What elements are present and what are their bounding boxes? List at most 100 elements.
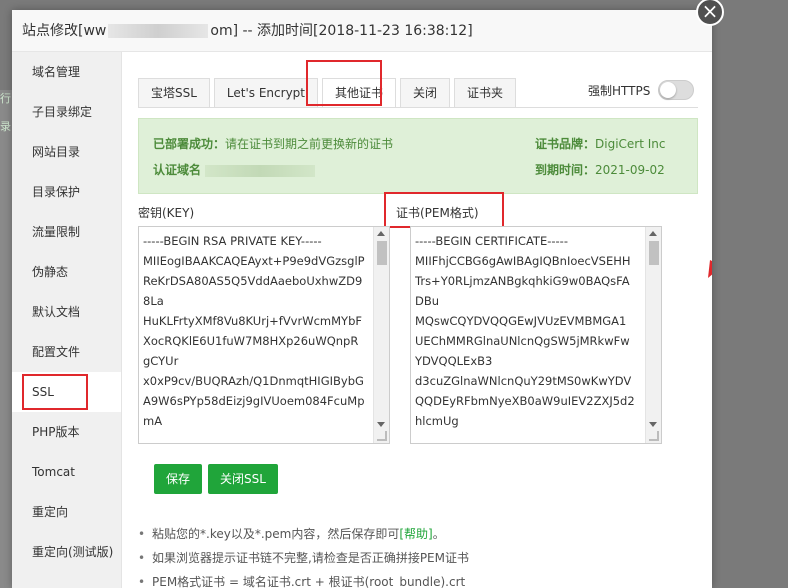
sidebar-item-label: 网站目录 (32, 145, 81, 159)
scroll-up-icon[interactable] (649, 231, 657, 236)
tip-text: 。 (432, 527, 445, 541)
sidebar-item-php-version[interactable]: PHP版本 (12, 412, 121, 452)
key-line: -----BEGIN RSA PRIVATE KEY----- (143, 234, 322, 248)
sidebar-item-label: 配置文件 (32, 345, 81, 359)
highlight-box (306, 60, 382, 106)
cert-line: MQswCQYDVQQGEwJVUzEVMBMGA1 (415, 314, 627, 328)
key-field-label: 密钥(KEY) (138, 206, 195, 220)
toggle-knob (660, 82, 677, 98)
cert-brand: 证书品牌：DigiCert Inc (535, 135, 666, 152)
key-line: HuKLFrtyXMf8Vu8KUrj+fVvrWcmMYbF (143, 314, 362, 328)
cert-info-box: 已部署成功：请在证书到期之前更换新的证书 认证域名 证书品牌：DigiCert … (138, 118, 698, 194)
sidebar: 域名管理 子目录绑定 网站目录 目录保护 流量限制 伪静态 默认文档 配置文件 … (12, 52, 122, 588)
tip-item: PEM格式证书 = 域名证书.crt + 根证书(root_bundle).cr… (138, 570, 698, 588)
key-textarea[interactable]: -----BEGIN RSA PRIVATE KEY----- MIIEogIB… (138, 226, 390, 444)
deploy-status-text: 请在证书到期之前更换新的证书 (225, 137, 394, 151)
sidebar-item-redirect[interactable]: 重定向 (12, 492, 121, 532)
sidebar-item-default-doc[interactable]: 默认文档 (12, 292, 121, 332)
force-https-label: 强制HTTPS (588, 83, 651, 98)
scroll-down-icon[interactable] (377, 422, 385, 427)
sidebar-item-label: Tomcat (32, 465, 75, 479)
dialog-title-prefix: 站点修改[ww (22, 23, 107, 39)
close-ssl-button[interactable]: 关闭SSL (208, 464, 278, 494)
scroll-down-icon[interactable] (649, 422, 657, 427)
key-line: gCYUr (143, 354, 179, 368)
cert-line: d3cuZGlnaWNlcnQuY29tMS0wKwYDV (415, 374, 632, 388)
sidebar-item-label: 流量限制 (32, 225, 81, 239)
scroll-thumb[interactable] (649, 241, 659, 265)
sidebar-item-site-dir[interactable]: 网站目录 (12, 132, 121, 172)
cert-line: DBu (415, 294, 440, 308)
sidebar-item-label: 重定向(测试版) (32, 545, 114, 559)
sidebar-item-config-file[interactable]: 配置文件 (12, 332, 121, 372)
masked-domain (108, 24, 209, 38)
cert-brand-label: 证书品牌： (535, 137, 596, 151)
tab-lets-encrypt[interactable]: Let's Encrypt (213, 78, 318, 108)
cert-content: -----BEGIN CERTIFICATE----- MIIFhjCCBG6g… (415, 231, 643, 431)
sidebar-item-subdir[interactable]: 子目录绑定 (12, 92, 121, 132)
cert-line: QQDEyRFbmNyeXB0aW9uIEV2ZXJ5d2 (415, 394, 635, 408)
tab-baota-ssl[interactable]: 宝塔SSL (138, 78, 210, 108)
tab-close[interactable]: 关闭 (400, 78, 451, 108)
resize-handle-icon[interactable] (377, 431, 387, 441)
cert-domain-label: 认证域名 (153, 163, 202, 177)
key-line: ReKrDSA80AS5Q5VddAaeboUxhwZD9 (143, 274, 363, 288)
key-line: x0xP9cv/BUQRAzh/Q1DnmqtHIGIBybG (143, 374, 364, 388)
cert-line: YDVQQLExB3 (415, 354, 493, 368)
tip-item: 粘贴您的*.key以及*.pem内容，然后保存即可[帮助]。 (138, 522, 698, 546)
cert-line: Trs+Y0RLjmzANBgkqhkiG9w0BAQsFA (415, 274, 630, 288)
sidebar-item-redirect-beta[interactable]: 重定向(测试版) (12, 532, 121, 572)
sidebar-item-traffic-limit[interactable]: 流量限制 (12, 212, 121, 252)
tab-cert-folder[interactable]: 证书夹 (454, 78, 517, 108)
cert-brand-value: DigiCert Inc (595, 137, 666, 151)
sidebar-item-dir-protect[interactable]: 目录保护 (12, 172, 121, 212)
site-edit-dialog: 站点修改[ww om] -- 添加时间[2018-11-23 16:38:12] … (12, 10, 712, 588)
deploy-status: 已部署成功：请在证书到期之前更换新的证书 (153, 135, 393, 152)
deploy-status-label: 已部署成功： (153, 137, 226, 151)
key-line: XocRQKlE6U1fuW7M8HXp26uWQnpR (143, 334, 359, 348)
sidebar-item-ssl[interactable]: SSL (12, 372, 121, 412)
masked-domain (204, 164, 315, 177)
sidebar-item-label: 子目录绑定 (32, 105, 93, 119)
background-text: 行 (0, 92, 11, 105)
ssl-panel: 宝塔SSL Let's Encrypt 其他证书 关闭 证书夹 强制HTTPS … (122, 52, 712, 588)
dialog-title-suffix: om] -- 添加时间[2018-11-23 16:38:12] (210, 23, 473, 39)
help-link[interactable]: [帮助] (399, 527, 432, 541)
save-button[interactable]: 保存 (154, 464, 203, 494)
sidebar-item-rewrite[interactable]: 伪静态 (12, 252, 121, 292)
key-line: 8La (143, 294, 164, 308)
key-scrollbar[interactable] (373, 227, 389, 443)
sidebar-item-tomcat[interactable]: Tomcat (12, 452, 121, 492)
tip-item: 如果浏览器提示证书链不完整,请检查是否正确拼接PEM证书 (138, 546, 698, 570)
cert-line: UEChMMRGlnaUNlcnQgSW5jMRkwFw (415, 334, 630, 348)
sidebar-item-label: 默认文档 (32, 305, 81, 319)
tips-list: 粘贴您的*.key以及*.pem内容，然后保存即可[帮助]。 如果浏览器提示证书… (138, 522, 698, 588)
sidebar-item-label: 伪静态 (32, 265, 69, 279)
dialog-title: 站点修改[ww om] -- 添加时间[2018-11-23 16:38:12] (12, 10, 712, 52)
sidebar-item-domain[interactable]: 域名管理 (12, 52, 121, 92)
resize-handle-icon[interactable] (649, 431, 659, 441)
highlight-box (22, 374, 88, 410)
cert-line: hlcmUg (415, 414, 459, 428)
sidebar-item-label: 目录保护 (32, 185, 81, 199)
sidebar-item-label: PHP版本 (32, 425, 80, 439)
sidebar-item-label: 域名管理 (32, 65, 81, 79)
sidebar-item-label: 重定向 (32, 505, 69, 519)
tabs-divider (138, 107, 698, 108)
background-text: 录 (0, 120, 11, 133)
cert-line: -----BEGIN CERTIFICATE----- (415, 234, 568, 248)
force-https: 强制HTTPS (588, 80, 695, 100)
key-line: A9W6sPYp58dEizj9gIVUoem084FcuMp (143, 394, 365, 408)
tip-text: 粘贴您的*.key以及*.pem内容，然后保存即可 (152, 527, 400, 541)
cert-textarea[interactable]: -----BEGIN CERTIFICATE----- MIIFhjCCBG6g… (410, 226, 662, 444)
cert-scrollbar[interactable] (645, 227, 661, 443)
key-line: mA (143, 414, 163, 428)
cert-expire: 到期时间：2021-09-02 (535, 161, 665, 178)
scroll-thumb[interactable] (377, 241, 387, 265)
force-https-toggle[interactable] (658, 80, 695, 100)
key-line: MIIEogIBAAKCAQEAyxt+P9e9dVGzsglP (143, 254, 365, 268)
key-content: -----BEGIN RSA PRIVATE KEY----- MIIEogIB… (143, 231, 371, 431)
scroll-up-icon[interactable] (377, 231, 385, 236)
highlight-box (384, 192, 504, 228)
cert-expire-value: 2021-09-02 (595, 163, 665, 177)
